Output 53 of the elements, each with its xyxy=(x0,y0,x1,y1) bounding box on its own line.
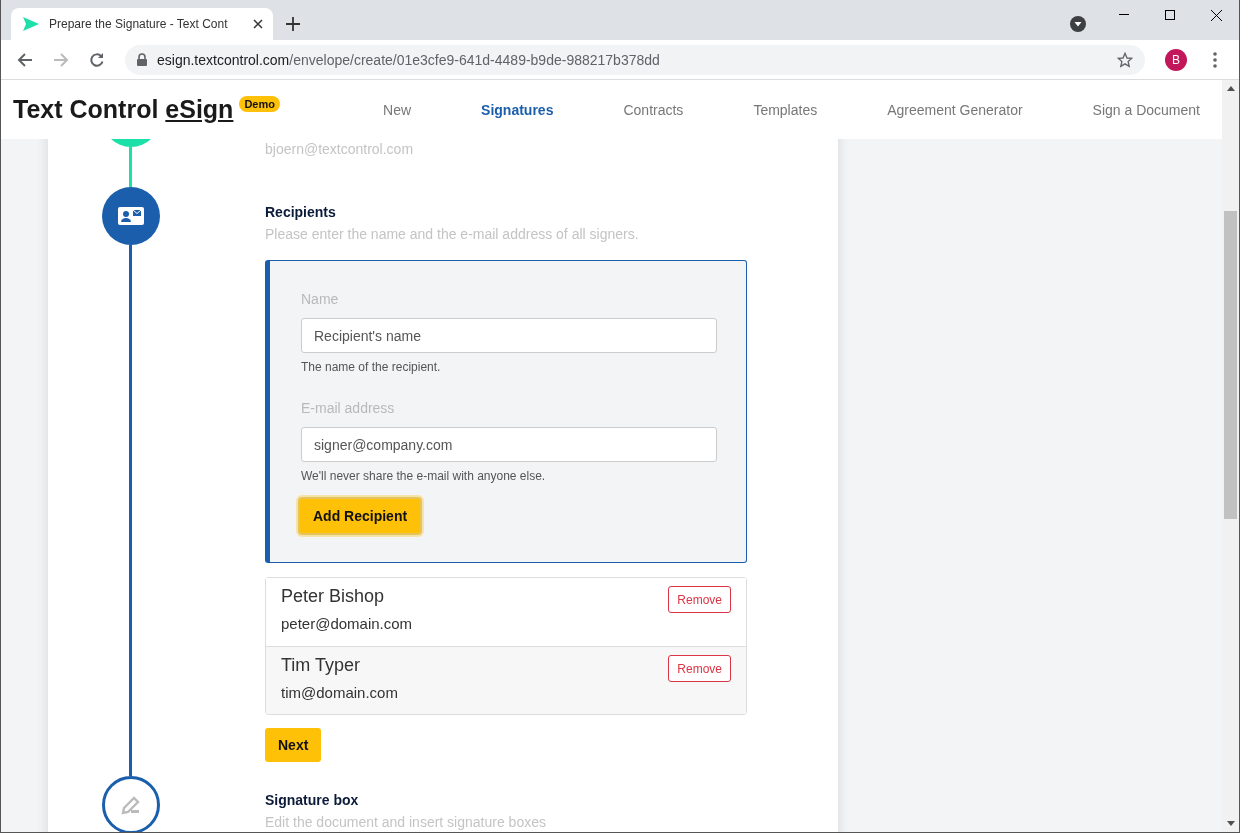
minimize-icon xyxy=(1119,14,1129,16)
recipient-name: Peter Bishop xyxy=(281,586,386,607)
nav-link[interactable]: Templates xyxy=(718,101,853,118)
maximize-icon xyxy=(1165,10,1175,20)
remove-button[interactable]: Remove xyxy=(668,655,731,682)
pencil-icon xyxy=(119,794,142,816)
remove-button[interactable]: Remove xyxy=(668,586,731,613)
input-field[interactable]: Recipient's name xyxy=(301,318,717,353)
profile-avatar[interactable]: B xyxy=(1165,48,1187,71)
next-button[interactable]: Next xyxy=(265,728,322,762)
field-label: Name xyxy=(301,291,340,307)
forward-arrow-icon xyxy=(53,51,69,68)
reload-icon xyxy=(89,51,105,68)
step-title: Recipients xyxy=(265,204,337,220)
close-icon[interactable] xyxy=(253,19,263,29)
scroll-up-icon xyxy=(1226,86,1235,91)
field-help: The name of the recipient. xyxy=(301,360,442,374)
recipient-email: tim@domain.com xyxy=(281,684,398,701)
address-bar[interactable]: esign.textcontrol.com/envelope/create/01e3cfe9-641d-4489-b9de-988217b378dd xyxy=(125,44,1145,75)
recipient-name: Tim Typer xyxy=(281,655,361,676)
nav-link[interactable]: Agreement Generator xyxy=(852,101,1058,118)
nav-link[interactable]: Signatures xyxy=(446,101,589,118)
scrollbar[interactable] xyxy=(1222,80,1239,832)
plus-icon xyxy=(286,17,300,31)
demo-badge: Demo xyxy=(239,96,280,112)
caret-icon xyxy=(1070,16,1086,32)
menu-icon xyxy=(1213,51,1217,68)
step-connector xyxy=(129,147,132,187)
logo-link[interactable]: eSign xyxy=(165,95,234,123)
add-recipient-button[interactable]: Add Recipient xyxy=(298,497,423,535)
step-subtitle: Edit the document and insert signature boxes xyxy=(265,814,547,830)
scroll-down-icon xyxy=(1226,821,1235,826)
step-title: Signature box xyxy=(265,792,360,808)
field-label: E-mail address xyxy=(301,400,396,416)
lock-icon xyxy=(137,53,147,66)
nav-link[interactable]: New xyxy=(348,101,447,118)
browser-tab[interactable]: Prepare the Signature - Text Cont xyxy=(11,8,273,40)
input-field[interactable]: signer@company.com xyxy=(301,427,717,462)
back-arrow-icon xyxy=(17,51,33,68)
contact-card-icon xyxy=(117,207,144,225)
nav-link[interactable]: Contracts xyxy=(588,101,719,118)
step-subtitle: Please enter the name and the e-mail address of all signers. xyxy=(265,226,640,242)
star-icon[interactable] xyxy=(1117,51,1133,68)
url-text: esign.textcontrol.com/envelope/create/01e3cfe9-641d-4489-b9de-988217b378dd xyxy=(157,51,661,68)
close-icon xyxy=(1210,9,1222,21)
site-logo[interactable]: Text Control eSign xyxy=(13,95,234,124)
scrollbar-thumb[interactable] xyxy=(1224,211,1237,519)
field-help: We'll never share the e-mail with anyone else. xyxy=(301,469,547,483)
recipient-email: peter@domain.com xyxy=(281,615,413,632)
nav-link[interactable]: Sign a Document xyxy=(1057,101,1210,118)
tab-title: Prepare the Signature - Text Cont xyxy=(49,17,229,31)
paper-plane-icon xyxy=(23,17,39,31)
sender-email: bjoern@textcontrol.com xyxy=(265,141,415,157)
